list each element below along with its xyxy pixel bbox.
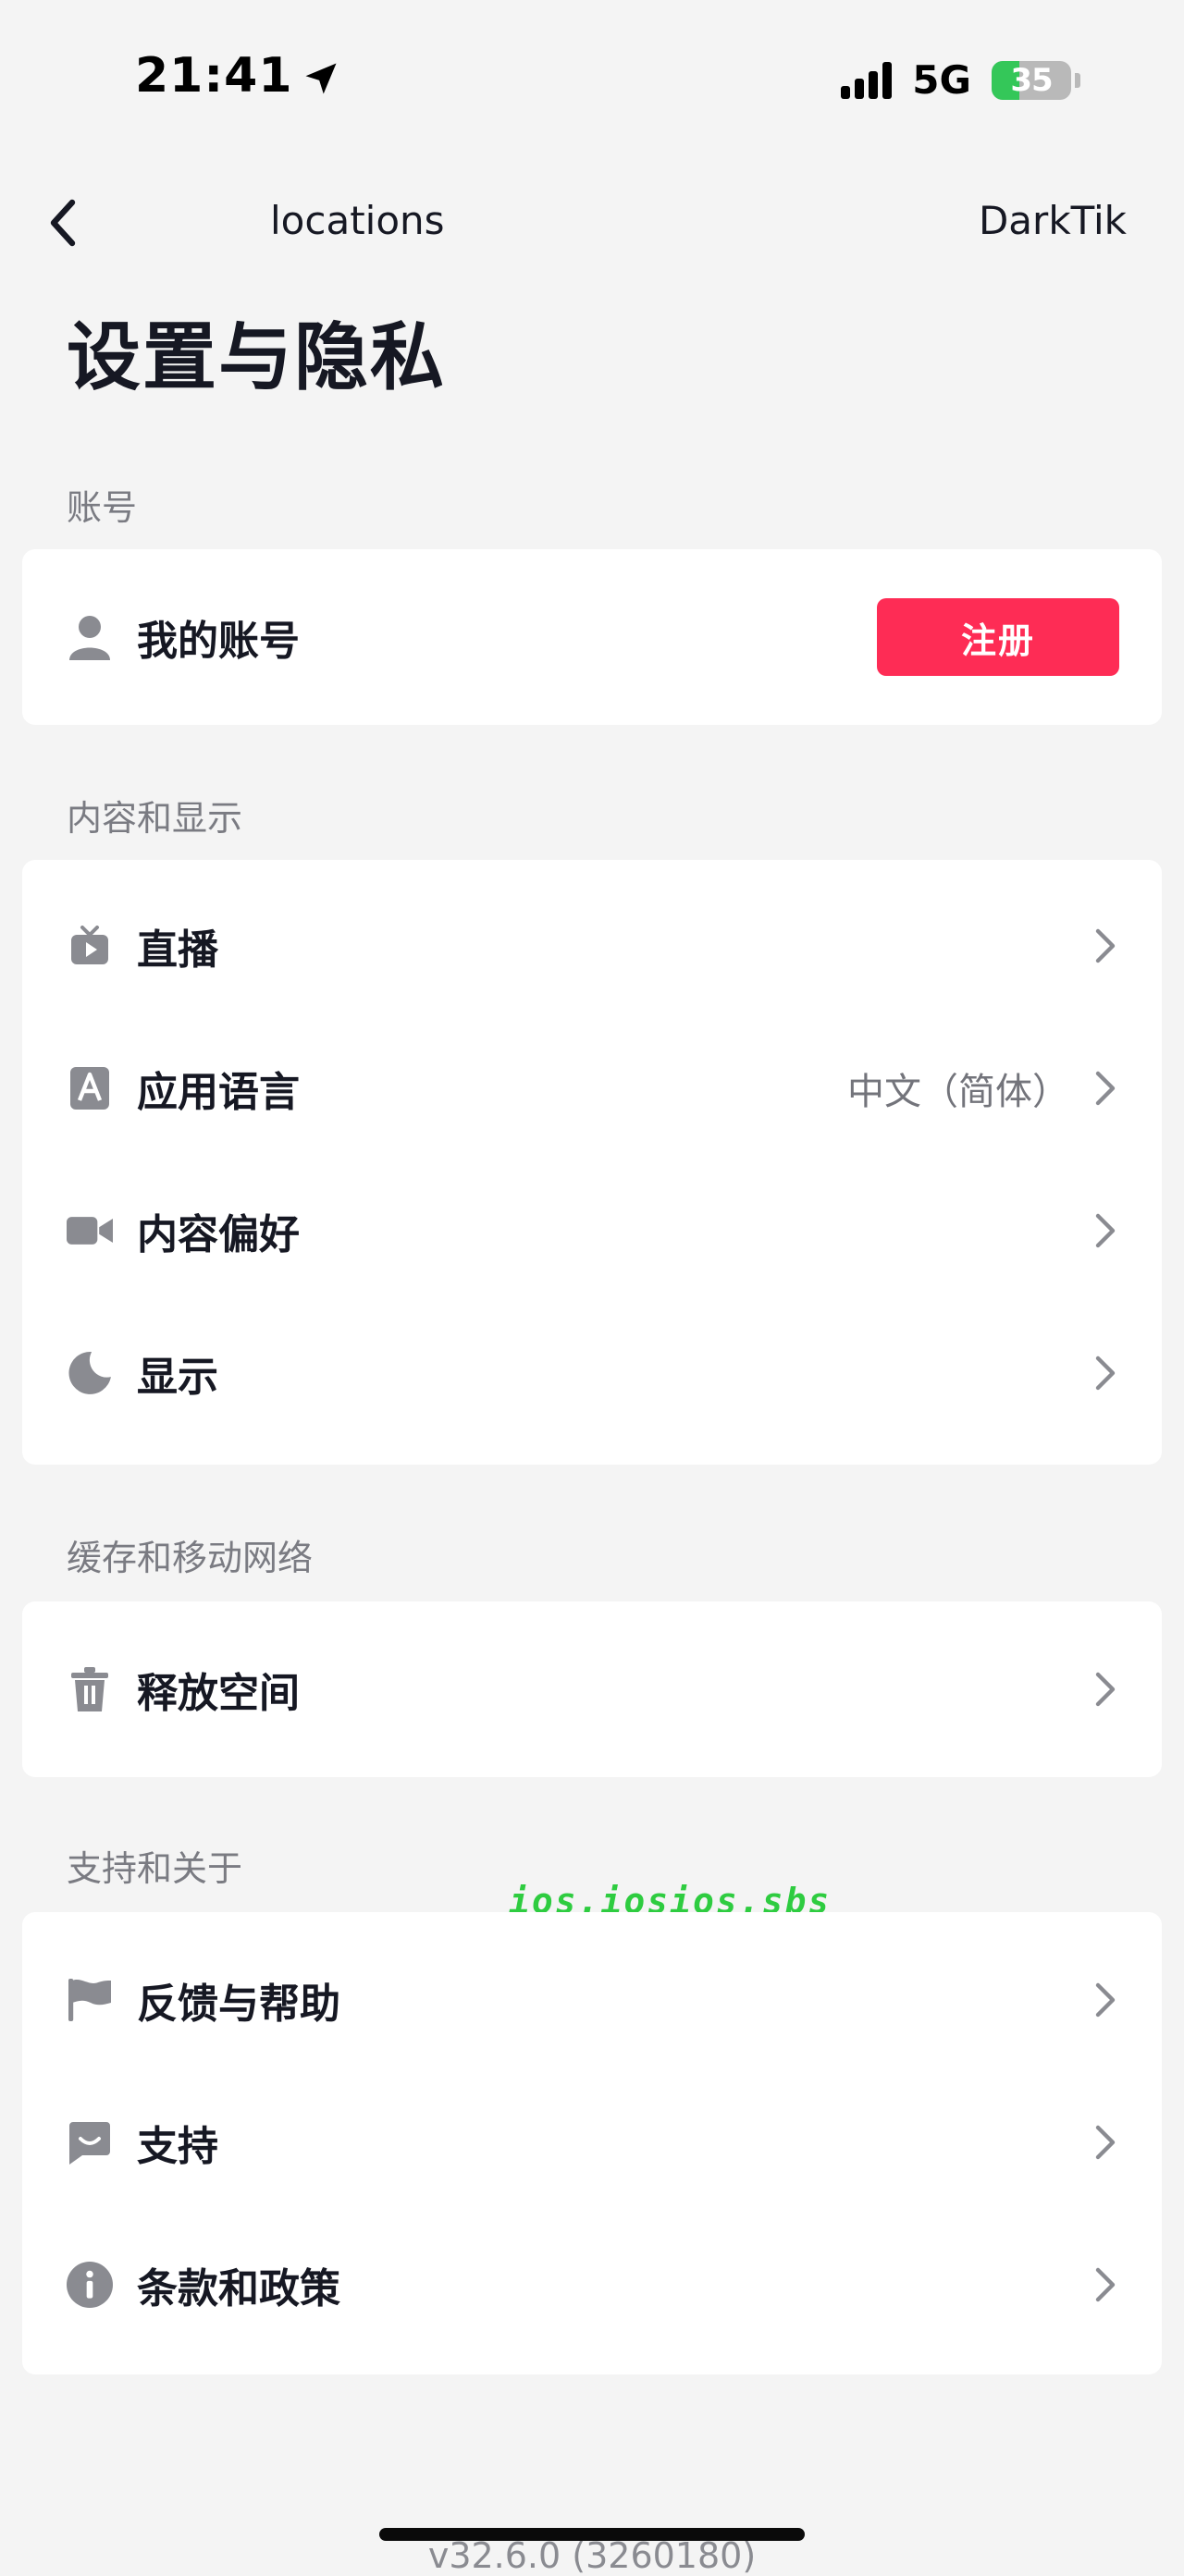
section-title-cache: 缓存和移动网络 xyxy=(67,1538,314,1578)
moon-icon xyxy=(67,1350,113,1396)
row-label: 条款和政策 xyxy=(137,2265,340,2312)
row-label: 内容偏好 xyxy=(137,1211,300,1258)
card-support: 反馈与帮助 支持 条款和政策 xyxy=(22,1912,1162,2374)
row-terms-policies[interactable]: 条款和政策 xyxy=(22,2214,1162,2356)
app-version: v32.6.0 (3260180) xyxy=(427,2535,757,2576)
chevron-left-icon xyxy=(50,199,76,247)
card-cache: 释放空间 xyxy=(22,1601,1162,1777)
card-content: 直播 应用语言 中文（简体） 内容偏好 显示 xyxy=(22,860,1162,1465)
row-feedback-help[interactable]: 反馈与帮助 xyxy=(22,1929,1162,2071)
home-indicator[interactable] xyxy=(379,2528,805,2541)
location-arrow-icon xyxy=(301,55,341,96)
row-my-account[interactable]: 我的账号 注册 xyxy=(22,549,1162,725)
chevron-right-icon xyxy=(1092,2122,1119,2163)
trash-icon xyxy=(67,1666,113,1712)
row-support[interactable]: 支持 xyxy=(22,2071,1162,2214)
signup-button[interactable]: 注册 xyxy=(877,598,1119,676)
status-time-text: 21:41 xyxy=(135,48,293,104)
chevron-right-icon xyxy=(1092,1353,1119,1393)
section-title-account: 账号 xyxy=(67,487,138,528)
chevron-right-icon xyxy=(1092,2264,1119,2305)
status-right: 5G 35 xyxy=(841,57,1080,103)
row-label: 显示 xyxy=(137,1354,218,1401)
status-time: 21:41 xyxy=(135,48,341,104)
row-label: 应用语言 xyxy=(137,1069,300,1116)
row-free-space[interactable]: 释放空间 xyxy=(22,1601,1162,1777)
row-label: 直播 xyxy=(137,926,218,974)
battery-tip xyxy=(1075,72,1080,88)
info-icon xyxy=(67,2262,113,2308)
row-label: 反馈与帮助 xyxy=(137,1981,340,2028)
row-label: 支持 xyxy=(137,2123,218,2170)
cellular-signal-icon xyxy=(841,61,893,99)
flag-icon xyxy=(67,1977,113,2023)
section-title-support: 支持和关于 xyxy=(67,1848,243,1889)
nav-darktik[interactable]: DarkTik xyxy=(979,198,1127,243)
row-content-preferences[interactable]: 内容偏好 xyxy=(22,1159,1162,1302)
chevron-right-icon xyxy=(1092,1210,1119,1251)
row-label: 我的账号 xyxy=(137,618,300,665)
battery-icon: 35 xyxy=(992,60,1071,100)
chevron-right-icon xyxy=(1092,926,1119,966)
row-label: 释放空间 xyxy=(137,1670,300,1717)
back-button[interactable] xyxy=(37,190,89,255)
chevron-right-icon xyxy=(1092,1669,1119,1710)
network-type: 5G xyxy=(912,57,971,103)
status-bar: 21:41 5G 35 xyxy=(0,0,1184,157)
row-live[interactable]: 直播 xyxy=(22,875,1162,1017)
chevron-right-icon xyxy=(1092,1980,1119,2020)
language-icon xyxy=(67,1065,113,1111)
nav-locations[interactable]: locations xyxy=(270,198,445,243)
person-icon xyxy=(67,614,113,660)
section-title-content: 内容和显示 xyxy=(67,798,243,839)
chevron-right-icon xyxy=(1092,1068,1119,1109)
page-title: 设置与隐私 xyxy=(67,314,446,400)
language-value: 中文（简体） xyxy=(847,1071,1069,1113)
tv-icon xyxy=(67,923,113,969)
battery-percent: 35 xyxy=(1010,61,1053,99)
chat-smile-icon xyxy=(67,2119,113,2165)
card-account: 我的账号 注册 xyxy=(22,549,1162,725)
row-display[interactable]: 显示 xyxy=(22,1302,1162,1444)
row-app-language[interactable]: 应用语言 中文（简体） xyxy=(22,1017,1162,1159)
video-camera-icon xyxy=(67,1208,113,1254)
